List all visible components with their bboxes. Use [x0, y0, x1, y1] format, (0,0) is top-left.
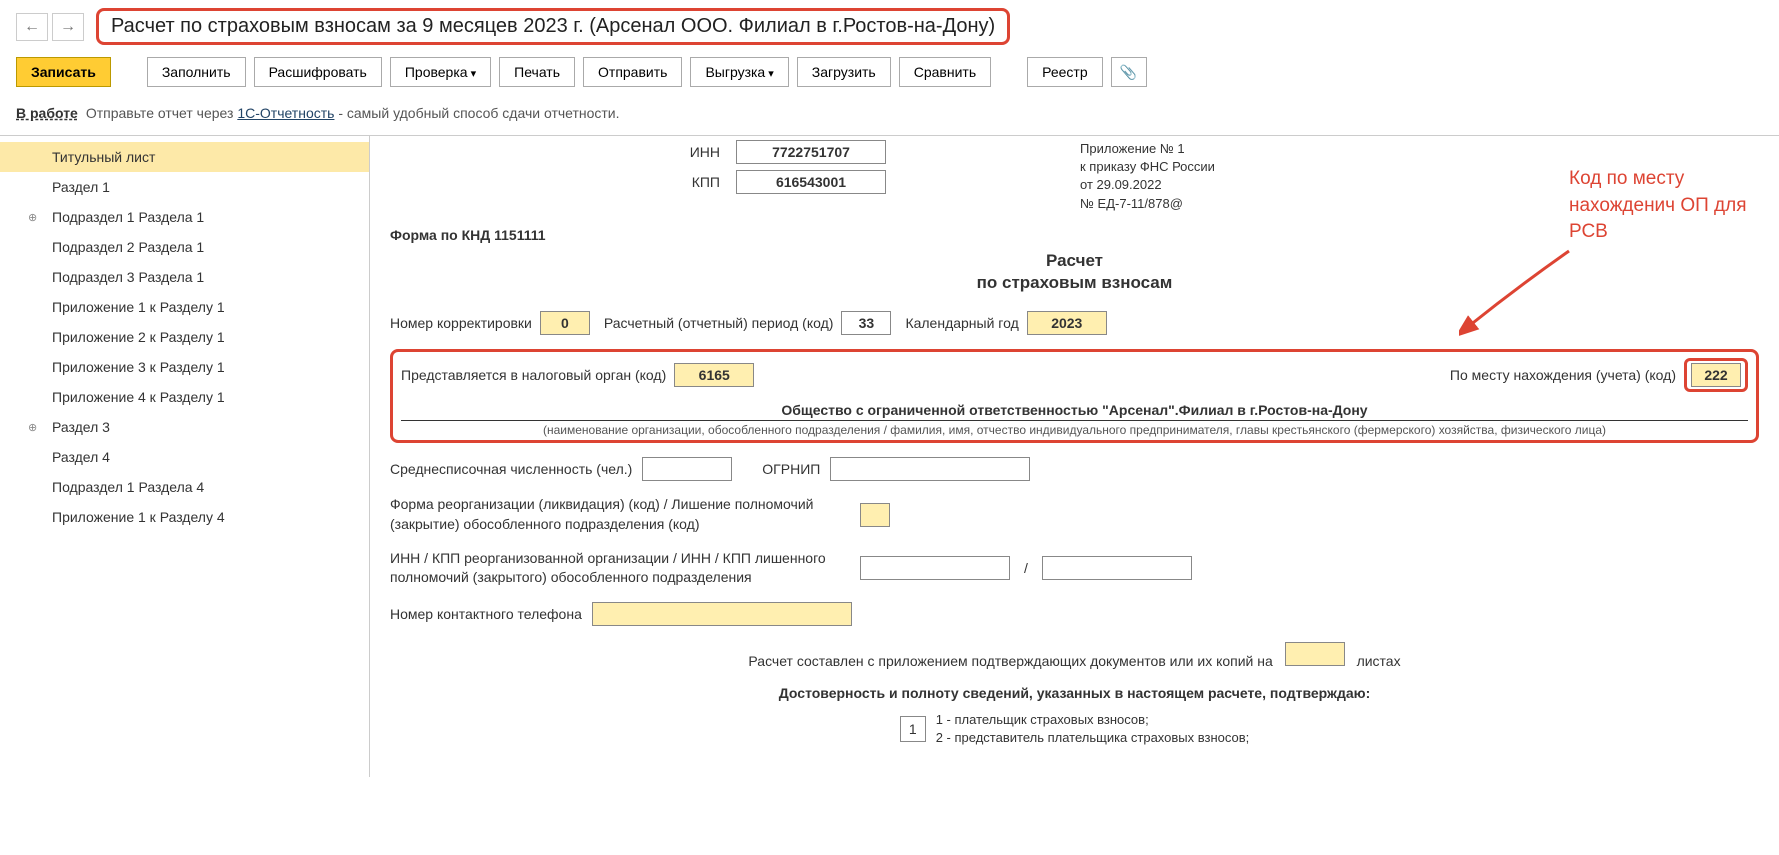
fill-button[interactable]: Заполнить — [147, 57, 246, 87]
reorg-inn-field[interactable] — [860, 556, 1010, 580]
sidebar-item-label: Подраздел 2 Раздела 1 — [52, 239, 204, 255]
sidebar-item-label: Раздел 4 — [52, 449, 110, 465]
avg-label: Среднесписочная численность (чел.) — [390, 461, 632, 477]
sidebar-item-label: Приложение 2 к Разделу 1 — [52, 329, 225, 345]
org-name-field[interactable]: Общество с ограниченной ответственностью… — [401, 402, 1748, 421]
import-button[interactable]: Загрузить — [797, 57, 891, 87]
confirm-options: 1 - плательщик страховых взносов; 2 - пр… — [936, 711, 1250, 747]
year-label: Календарный год — [905, 315, 1018, 331]
expand-icon[interactable]: ⊕ — [28, 211, 37, 224]
check-button[interactable]: Проверка — [390, 57, 491, 87]
tax-org-field[interactable]: 6165 — [674, 363, 754, 387]
sidebar-item-1[interactable]: Раздел 1 — [0, 172, 369, 202]
ogrnip-field[interactable] — [830, 457, 1030, 481]
sidebar-item-0[interactable]: Титульный лист — [0, 142, 369, 172]
nav-back-button[interactable]: ← — [16, 13, 48, 41]
sidebar-item-label: Подраздел 3 Раздела 1 — [52, 269, 204, 285]
tax-org-label: Представляется в налоговый орган (код) — [401, 367, 666, 383]
toolbar: Записать Заполнить Расшифровать Проверка… — [0, 53, 1779, 99]
export-button[interactable]: Выгрузка — [690, 57, 788, 87]
period-label: Расчетный (отчетный) период (код) — [604, 315, 834, 331]
annotation-arrow-icon — [1459, 246, 1579, 336]
paperclip-icon: 📎 — [1120, 64, 1137, 81]
status-state-link[interactable]: В работе — [16, 105, 78, 121]
avg-field[interactable] — [642, 457, 732, 481]
sidebar-item-label: Титульный лист — [52, 149, 155, 165]
highlighted-section: Представляется в налоговый орган (код) 6… — [390, 349, 1759, 444]
report-link[interactable]: 1С-Отчетность — [237, 105, 334, 121]
reorg-kpp-field[interactable] — [1042, 556, 1192, 580]
sidebar-item-4[interactable]: Подраздел 3 Раздела 1 — [0, 262, 369, 292]
docs-text1: Расчет составлен с приложением подтвержд… — [748, 653, 1272, 669]
reorg-inn-label: ИНН / КПП реорганизованной организации /… — [390, 549, 850, 588]
content-area: Код по месту нахожденич ОП для РСВ ИНН 7… — [370, 136, 1779, 777]
sidebar-item-label: Приложение 4 к Разделу 1 — [52, 389, 225, 405]
sidebar-item-label: Подраздел 1 Раздела 4 — [52, 479, 204, 495]
confirm-title: Достоверность и полноту сведений, указан… — [390, 685, 1759, 701]
sidebar-item-label: Приложение 1 к Разделу 1 — [52, 299, 225, 315]
write-button[interactable]: Записать — [16, 57, 111, 87]
attach-button[interactable]: 📎 — [1111, 57, 1147, 87]
sidebar-item-9[interactable]: ⊕ Раздел 3 — [0, 412, 369, 442]
sidebar-item-label: Раздел 1 — [52, 179, 110, 195]
reorg-field[interactable] — [860, 503, 890, 527]
corr-label: Номер корректировки — [390, 315, 532, 331]
kpp-label: КПП — [660, 174, 720, 190]
sidebar-item-3[interactable]: Подраздел 2 Раздела 1 — [0, 232, 369, 262]
period-field[interactable]: 33 — [841, 311, 891, 335]
corr-field[interactable]: 0 — [540, 311, 590, 335]
inn-field[interactable]: 7722751707 — [736, 140, 886, 164]
reorg-label: Форма реорганизации (ликвидация) (код) /… — [390, 495, 850, 534]
phone-field[interactable] — [592, 602, 852, 626]
docs-pages-field[interactable] — [1285, 642, 1345, 666]
registry-button[interactable]: Реестр — [1027, 57, 1103, 87]
sidebar-item-label: Раздел 3 — [52, 419, 110, 435]
send-button[interactable]: Отправить — [583, 57, 682, 87]
sidebar-item-2[interactable]: ⊕ Подраздел 1 Раздела 1 — [0, 202, 369, 232]
sidebar-item-10[interactable]: Раздел 4 — [0, 442, 369, 472]
kpp-field[interactable]: 616543001 — [736, 170, 886, 194]
place-label: По месту нахождения (учета) (код) — [1450, 367, 1676, 383]
sidebar-item-5[interactable]: Приложение 1 к Разделу 1 — [0, 292, 369, 322]
sidebar-item-12[interactable]: Приложение 1 к Разделу 4 — [0, 502, 369, 532]
sidebar-item-7[interactable]: Приложение 3 к Разделу 1 — [0, 352, 369, 382]
docs-text2: листах — [1357, 653, 1401, 669]
knd-label: Форма по КНД 1151111 — [390, 227, 1759, 243]
sidebar-item-label: Приложение 1 к Разделу 4 — [52, 509, 225, 525]
sidebar-item-8[interactable]: Приложение 4 к Разделу 1 — [0, 382, 369, 412]
annotation-text: Код по месту нахожденич ОП для РСВ — [1569, 166, 1759, 246]
sidebar-item-11[interactable]: Подраздел 1 Раздела 4 — [0, 472, 369, 502]
sidebar-item-label: Приложение 3 к Разделу 1 — [52, 359, 225, 375]
ogrnip-label: ОГРНИП — [762, 461, 820, 477]
sidebar-item-label: Подраздел 1 Раздела 1 — [52, 209, 204, 225]
phone-label: Номер контактного телефона — [390, 606, 582, 622]
appendix-info: Приложение № 1 к приказу ФНС России от 2… — [1080, 140, 1330, 213]
compare-button[interactable]: Сравнить — [899, 57, 991, 87]
page-title: Расчет по страховым взносам за 9 месяцев… — [96, 8, 1010, 45]
expand-icon[interactable]: ⊕ — [28, 421, 37, 434]
nav-forward-button[interactable]: → — [52, 13, 84, 41]
org-note: (наименование организации, обособленного… — [401, 423, 1748, 439]
inn-label: ИНН — [660, 144, 720, 160]
print-button[interactable]: Печать — [499, 57, 575, 87]
decrypt-button[interactable]: Расшифровать — [254, 57, 382, 87]
confirm-opt-field[interactable]: 1 — [900, 716, 926, 742]
year-field[interactable]: 2023 — [1027, 311, 1107, 335]
status-text: Отправьте отчет через 1С-Отчетность - са… — [86, 105, 620, 121]
sidebar-item-6[interactable]: Приложение 2 к Разделу 1 — [0, 322, 369, 352]
sidebar: Титульный лист Раздел 1 ⊕ Подраздел 1 Разде… — [0, 136, 370, 777]
place-field[interactable]: 222 — [1691, 363, 1741, 387]
